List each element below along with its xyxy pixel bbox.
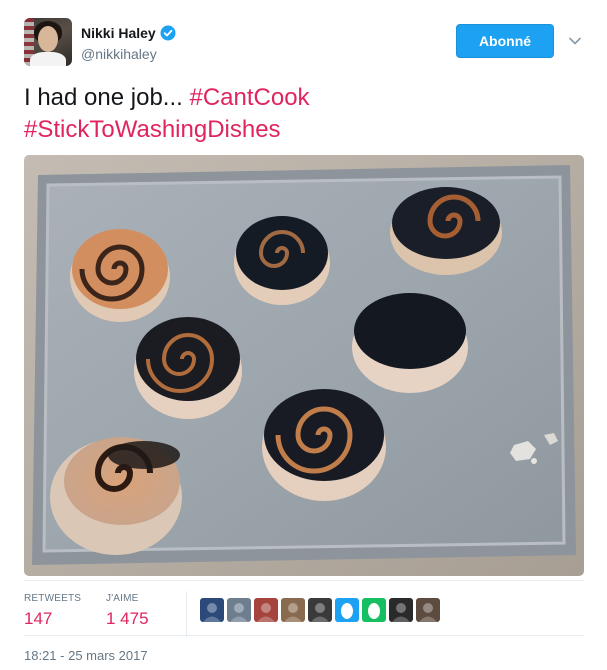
liker-avatar[interactable] <box>254 598 278 622</box>
stats-divider <box>186 591 187 637</box>
avatar-shirt <box>30 52 66 66</box>
biscuit <box>262 389 386 501</box>
hashtag-cantcook[interactable]: #CantCook <box>189 84 309 111</box>
egg-avatar-icon[interactable] <box>335 598 359 622</box>
tweet-header: Nikki Haley @nikkihaley Abonné <box>24 16 584 68</box>
biscuit <box>390 187 502 275</box>
liker-avatars <box>200 598 440 622</box>
chevron-down-icon[interactable] <box>568 34 582 48</box>
retweets-count: 147 <box>24 609 53 628</box>
liker-avatar[interactable] <box>281 598 305 622</box>
tweet-stats: RETWEETS 147 J'AIME 1 475 <box>24 580 584 637</box>
user-handle[interactable]: @nikkihaley <box>81 46 157 62</box>
retweets-label: RETWEETS <box>24 593 82 604</box>
follow-button[interactable]: Abonné <box>456 24 554 58</box>
tweet-photo[interactable] <box>24 155 584 576</box>
tweet-text: I had one job... #CantCook #StickToWashi… <box>24 82 584 146</box>
liker-avatar[interactable] <box>416 598 440 622</box>
liker-avatar[interactable] <box>227 598 251 622</box>
likes-label: J'AIME <box>106 593 139 604</box>
hashtag-sticktowashingdishes[interactable]: #StickToWashingDishes <box>24 116 281 143</box>
profile-avatar[interactable] <box>24 18 72 66</box>
liker-avatar[interactable] <box>308 598 332 622</box>
name-row: Nikki Haley <box>81 25 176 41</box>
burnt-biscuits-image <box>24 155 584 576</box>
likes-stat[interactable]: J'AIME 1 475 <box>106 593 149 629</box>
egg-avatar-icon[interactable] <box>362 598 386 622</box>
tweet-timestamp[interactable]: 18:21 - 25 mars 2017 <box>24 648 148 663</box>
avatar-face <box>38 26 58 52</box>
biscuit <box>70 229 170 322</box>
display-name[interactable]: Nikki Haley <box>81 25 156 41</box>
liker-avatar[interactable] <box>389 598 413 622</box>
biscuit <box>352 293 468 393</box>
biscuit <box>234 216 330 305</box>
retweets-stat[interactable]: RETWEETS 147 <box>24 593 81 629</box>
biscuit <box>134 317 242 419</box>
tweet-text-plain: I had one job... <box>24 84 190 111</box>
verified-badge-icon <box>160 25 176 41</box>
likes-count: 1 475 <box>106 609 149 628</box>
liker-avatar[interactable] <box>200 598 224 622</box>
